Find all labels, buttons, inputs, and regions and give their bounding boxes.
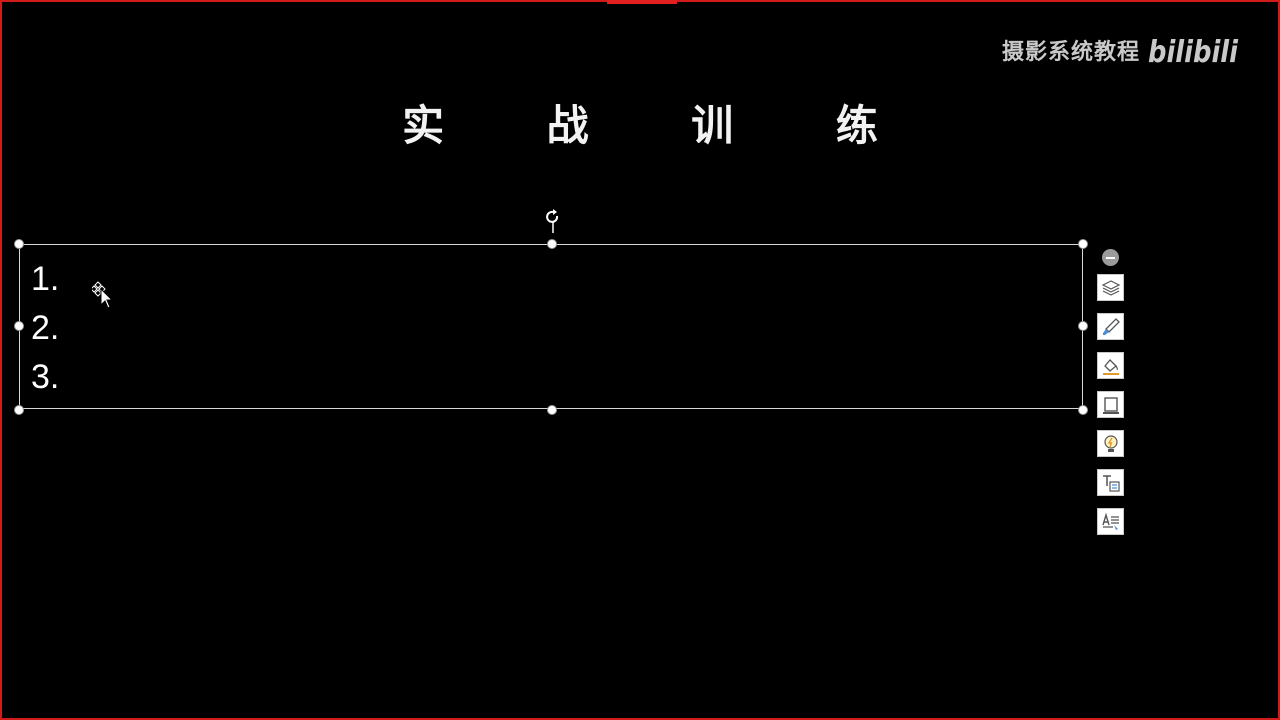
list-item[interactable]: 3. <box>31 353 59 402</box>
bilibili-logo: bilibili <box>1148 35 1239 70</box>
list-item[interactable]: 2. <box>31 304 59 353</box>
move-cursor-icon <box>92 281 114 309</box>
watermark: 摄影系统教程 bilibili <box>1002 30 1240 70</box>
design-ideas-lightbulb-icon[interactable] <box>1097 430 1124 457</box>
selected-text-box[interactable] <box>19 244 1083 409</box>
resize-handle-top[interactable] <box>547 239 557 249</box>
resize-handle-bottom-right[interactable] <box>1078 405 1088 415</box>
resize-handle-left[interactable] <box>14 321 24 331</box>
resize-handle-bottom[interactable] <box>547 405 557 415</box>
shape-fill-icon[interactable] <box>1097 352 1124 379</box>
shape-outline-icon[interactable] <box>1097 391 1124 418</box>
resize-handle-top-left[interactable] <box>14 239 24 249</box>
recording-indicator <box>607 0 677 4</box>
style-brush-icon[interactable] <box>1097 313 1124 340</box>
resize-handle-right[interactable] <box>1078 321 1088 331</box>
watermark-text: 摄影系统教程 <box>1002 40 1141 65</box>
bilibili-logo-text: bilibili <box>1148 35 1239 70</box>
slide-title[interactable]: 实 战 训 练 <box>0 92 1280 153</box>
list-item[interactable]: 1. <box>31 255 59 304</box>
layers-icon[interactable] <box>1097 274 1124 301</box>
resize-handle-top-right[interactable] <box>1078 239 1088 249</box>
text-style-icon[interactable] <box>1097 508 1124 535</box>
collapse-icon[interactable] <box>1102 249 1119 266</box>
rotate-handle-icon[interactable] <box>544 209 562 233</box>
resize-handle-bottom-left[interactable] <box>14 405 24 415</box>
numbered-list[interactable]: 1. 2. 3. <box>31 255 59 402</box>
text-box-icon[interactable] <box>1097 469 1124 496</box>
